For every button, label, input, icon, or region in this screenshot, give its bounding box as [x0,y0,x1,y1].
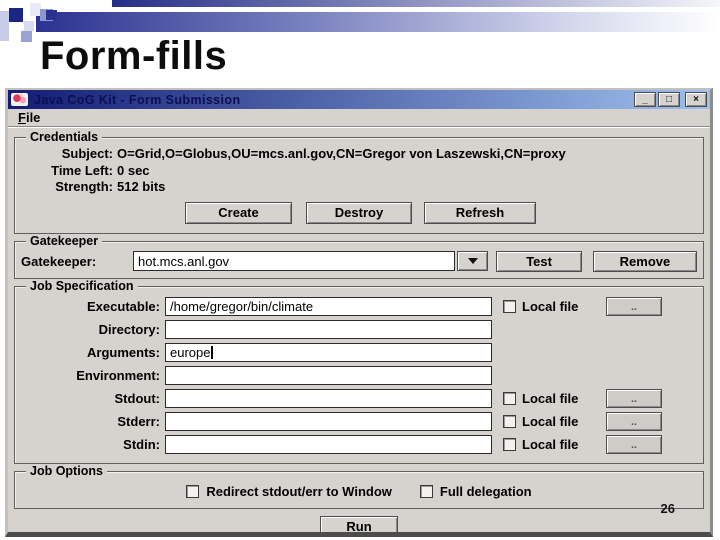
refresh-button[interactable]: Refresh [424,201,536,224]
stderr-row: Stderr: Local file .. [17,412,701,432]
stderr-browse-button[interactable]: .. [606,412,662,431]
gatekeeper-value: hot.mcs.anl.gov [138,253,230,269]
cog-kit-logo-icon [11,93,28,106]
gatekeeper-label: Gatekeeper: [21,253,97,269]
credentials-group: Credentials Subject: O=Grid,O=Globus,OU=… [14,130,704,234]
directory-row: Directory: [17,320,701,340]
arguments-row: Arguments: europe [17,343,701,363]
job-options-group: Job Options Redirect stdout/err to Windo… [14,463,704,509]
full-delegation-label: Full delegation [439,483,532,499]
job-specification-group-title: Job Specification [26,278,138,293]
local-file-label: Local file [522,437,579,452]
executable-local-file-checkbox[interactable] [503,300,516,313]
environment-row: Environment: [17,366,701,386]
stdout-browse-button[interactable]: .. [606,389,662,408]
strength-label: Strength: [55,179,113,194]
redirect-stdout-option: Redirect stdout/err to Window [186,484,392,499]
time-left-value: 0 sec [117,162,150,178]
header-gradient-bar [36,12,720,32]
test-button[interactable]: Test [496,250,582,272]
environment-label: Environment: [76,368,160,383]
job-options-row: Redirect stdout/err to Window Full deleg… [15,472,703,508]
directory-field[interactable] [165,320,492,339]
destroy-button[interactable]: Destroy [306,201,412,224]
stdin-local-file-checkbox[interactable] [503,438,516,451]
executable-value: /home/gregor/bin/climate [170,299,314,314]
deco-square [9,8,23,22]
local-file-label: Local file [522,299,579,314]
stderr-label: Stderr: [117,414,160,429]
local-file-label: Local file [522,391,579,406]
credentials-buttons: Create Destroy Refresh [185,201,701,224]
gatekeeper-group-title: Gatekeeper [26,233,103,248]
job-options-group-title: Job Options [26,463,107,478]
stdout-field[interactable] [165,389,492,408]
stdin-label: Stdin: [123,437,160,452]
dropdown-arrow-icon [467,258,478,264]
directory-label: Directory: [98,322,160,337]
executable-browse-button[interactable]: .. [606,297,662,316]
window-titlebar[interactable]: Java CoG Kit - Form Submission _ □ × [8,90,710,109]
stdin-field[interactable] [165,435,492,454]
window-controls: _ □ × [634,92,707,107]
local-file-label: Local file [522,414,579,429]
executable-field[interactable]: /home/gregor/bin/climate [165,297,492,316]
text-cursor [211,346,214,359]
stdout-row: Stdout: Local file .. [17,389,701,409]
executable-label: Executable: [87,299,160,314]
menu-file[interactable]: File [18,110,40,125]
app-window: Java CoG Kit - Form Submission _ □ × Fil… [5,88,713,537]
deco-square [24,21,34,31]
slide-page-number: 26 [660,501,675,516]
gatekeeper-row: Gatekeeper: hot.mcs.anl.gov Test Remove [15,242,703,278]
deco-square [46,10,57,20]
gatekeeper-input[interactable]: hot.mcs.anl.gov [133,251,456,271]
deco-square [21,31,32,42]
environment-field[interactable] [165,366,492,385]
redirect-stdout-checkbox[interactable] [186,484,200,498]
strength-value: 512 bits [117,179,166,194]
run-button[interactable]: Run [320,515,398,532]
stderr-local-file-checkbox[interactable] [503,415,516,428]
run-row: Run [12,515,706,532]
maximize-button[interactable]: □ [658,92,680,107]
stderr-field[interactable] [165,412,492,431]
job-specification-group: Job Specification Executable: /home/greg… [14,278,704,464]
job-specification-body: Executable: /home/gregor/bin/climate Loc… [15,287,703,463]
arguments-value: europe [170,345,211,360]
redirect-stdout-label: Redirect stdout/err to Window [206,483,392,499]
executable-row: Executable: /home/gregor/bin/climate Loc… [17,297,701,317]
gatekeeper-group: Gatekeeper Gatekeeper: hot.mcs.anl.gov T… [14,233,704,279]
full-delegation-checkbox[interactable] [419,484,433,498]
arguments-field[interactable]: europe [165,343,492,362]
subject-label: Subject: [61,146,113,161]
menu-bar: File [8,109,710,127]
stdout-label: Stdout: [114,391,160,406]
credentials-group-title: Credentials [26,130,103,144]
subject-value: O=Grid,O=Globus,OU=mcs.anl.gov,CN=Gregor… [117,146,566,161]
time-left-line: Time Left: 0 sec [17,163,701,180]
create-button[interactable]: Create [185,201,292,224]
slide-title: Form-fills [40,34,228,78]
close-button[interactable]: × [685,92,707,107]
remove-button[interactable]: Remove [592,250,697,272]
deco-square [0,11,9,41]
stdin-row: Stdin: Local file .. [17,435,701,455]
gatekeeper-dropdown-button[interactable] [457,251,489,271]
window-title: Java CoG Kit - Form Submission [34,92,241,107]
header-gradient-bar-thin [112,0,720,7]
credentials-body: Subject: O=Grid,O=Globus,OU=mcs.anl.gov,… [15,138,703,233]
full-delegation-option: Full delegation [419,483,532,499]
subject-line: Subject: O=Grid,O=Globus,OU=mcs.anl.gov,… [17,146,701,163]
stdout-local-file-checkbox[interactable] [503,392,516,405]
strength-line: Strength: 512 bits [17,179,701,196]
stdin-browse-button[interactable]: .. [606,435,662,454]
minimize-button[interactable]: _ [634,92,656,107]
arguments-label: Arguments: [87,345,160,360]
window-content: Credentials Subject: O=Grid,O=Globus,OU=… [8,127,710,532]
time-left-label: Time Left: [51,162,113,178]
